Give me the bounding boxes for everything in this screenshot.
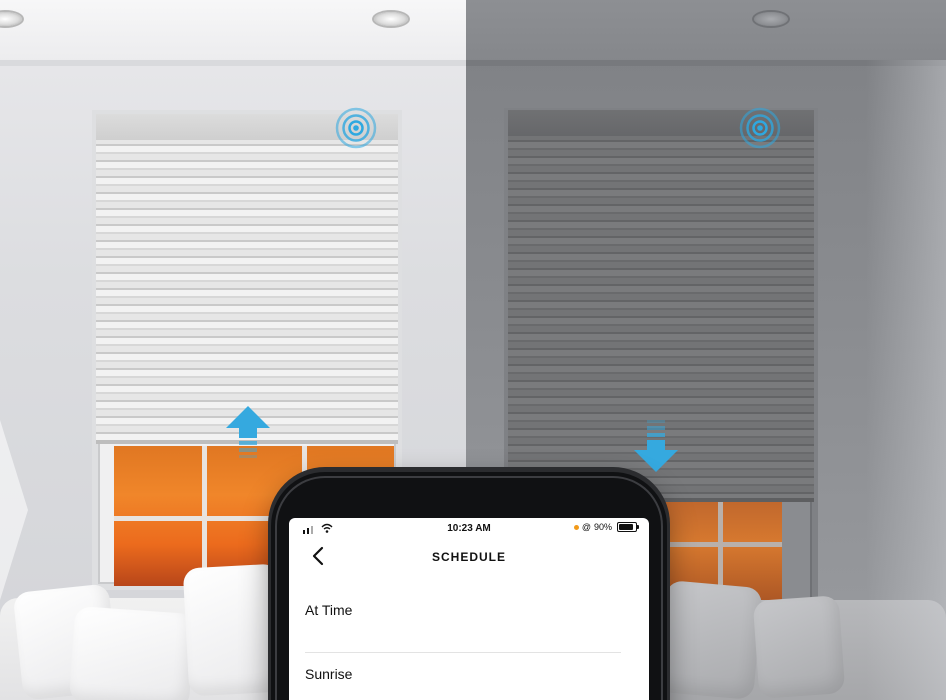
light-reflection <box>0 420 28 600</box>
app-screen: 10:23 AM @ 90% SCHEDULE At Time Sunrise <box>289 518 649 700</box>
list-item-at-time[interactable]: At Time <box>289 590 649 654</box>
ceiling-edge <box>0 60 466 66</box>
product-scene: 10:23 AM @ 90% SCHEDULE At Time Sunrise <box>0 0 946 700</box>
battery-icon <box>617 522 639 532</box>
status-right: @ 90% <box>573 522 639 532</box>
cushion <box>752 595 846 699</box>
cushion <box>657 580 763 700</box>
window-mullion <box>662 542 782 547</box>
ceiling <box>466 0 946 62</box>
list-item-sunrise[interactable]: Sunrise <box>289 654 649 700</box>
status-bar: 10:23 AM @ 90% <box>289 518 649 540</box>
nav-bar: SCHEDULE <box>289 542 649 570</box>
recording-dot <box>573 524 579 530</box>
wall-shading <box>866 60 946 700</box>
battery-percent: 90% <box>593 522 612 532</box>
arrow-up-icon <box>226 406 270 458</box>
signal-icon <box>335 107 377 149</box>
battery-fill <box>619 524 633 530</box>
page-title: SCHEDULE <box>431 550 506 564</box>
raised-blind <box>96 114 398 444</box>
arrow-down-icon <box>634 420 678 472</box>
divider <box>305 652 621 653</box>
schedule-options-list: At Time Sunrise <box>289 590 649 700</box>
cushion <box>68 605 196 700</box>
ceiling-light <box>754 12 788 26</box>
battery-tip <box>637 525 639 529</box>
ceiling <box>0 0 466 62</box>
list-item-label: Sunrise <box>305 666 353 682</box>
cushion <box>182 563 286 697</box>
smartphone: 10:23 AM @ 90% SCHEDULE At Time Sunrise <box>271 472 667 700</box>
location-icon: @ <box>581 522 591 532</box>
list-item-label: At Time <box>305 602 353 618</box>
signal-icon <box>739 107 781 149</box>
ceiling-light <box>374 12 408 26</box>
